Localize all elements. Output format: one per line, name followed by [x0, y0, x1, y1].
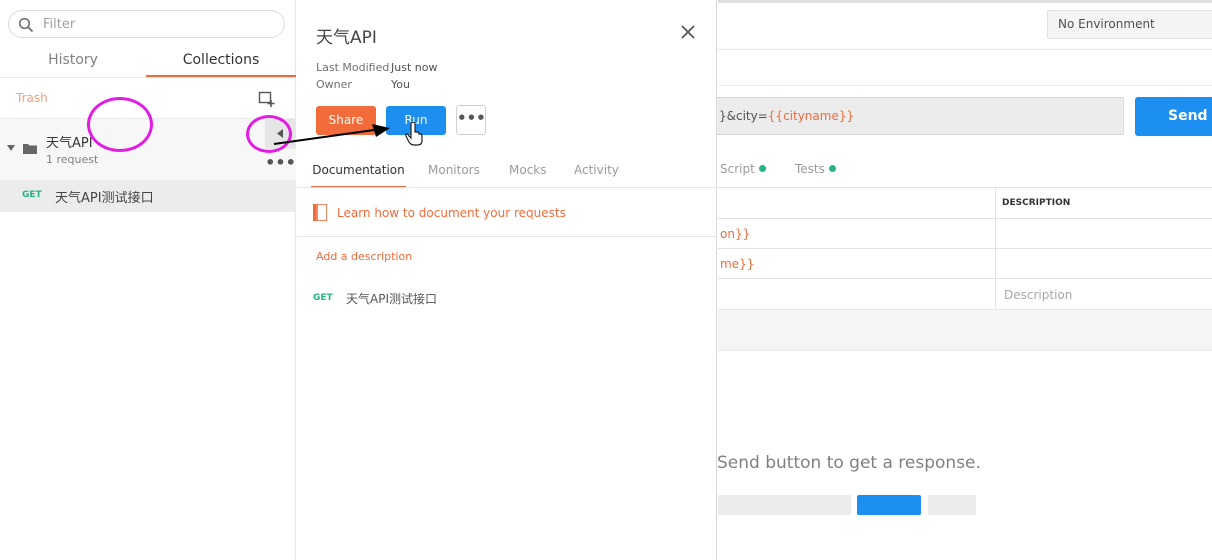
placeholder-block: [928, 495, 976, 515]
description-header: DESCRIPTION: [1002, 198, 1071, 208]
annotation-circle-run: [87, 97, 153, 152]
tabs-divider-bg: [718, 85, 1212, 86]
tests-tab-label: Tests: [795, 162, 825, 176]
folder-icon: [23, 144, 37, 154]
param-value-cell[interactable]: me}}: [720, 257, 754, 271]
tab-history[interactable]: History: [0, 44, 146, 78]
status-dot: [758, 165, 766, 172]
placeholder-block: [718, 495, 851, 515]
placeholder-block: [857, 495, 921, 515]
filter-input[interactable]: [43, 14, 273, 34]
window-top-border: [718, 0, 1212, 3]
tab-activity[interactable]: Activity: [574, 158, 619, 188]
detail-request-name[interactable]: 天气API测试接口: [346, 290, 437, 307]
owner-label: Owner: [316, 78, 352, 91]
environment-select[interactable]: No Environment: [1047, 10, 1212, 39]
url-input[interactable]: }&city={{cityname}}: [716, 97, 1124, 135]
search-icon: [18, 17, 34, 33]
header-divider: [718, 49, 1212, 50]
new-collection-icon[interactable]: [258, 90, 276, 108]
detail-more-button[interactable]: •••: [456, 105, 486, 135]
table-border: [718, 218, 1212, 219]
tabs-divider: [0, 77, 296, 78]
filter-box[interactable]: [8, 10, 285, 38]
caret-down-icon[interactable]: [6, 144, 16, 152]
hand-cursor-icon: [405, 122, 423, 146]
response-header-band: [718, 309, 1212, 351]
learn-docs-link[interactable]: Learn how to document your requests: [337, 206, 566, 220]
learn-divider: [297, 236, 717, 237]
send-button[interactable]: Send: [1135, 97, 1212, 136]
add-description-link[interactable]: Add a description: [316, 250, 412, 263]
tab-documentation[interactable]: Documentation: [311, 158, 406, 188]
url-variable: {{cityname}}: [767, 109, 855, 123]
book-icon: [313, 204, 327, 221]
table-border: [718, 187, 1212, 188]
tab-mocks[interactable]: Mocks: [509, 158, 547, 188]
tab-collections[interactable]: Collections: [146, 44, 296, 78]
url-text: }&city=: [719, 109, 768, 123]
table-column-divider: [995, 188, 996, 308]
tab-pre-request-script[interactable]: Script: [720, 162, 766, 176]
last-modified-label: Last Modified: [316, 61, 390, 74]
last-modified-value: Just now: [391, 61, 438, 74]
response-hint: Send button to get a response.: [717, 453, 981, 473]
status-dot: [828, 165, 836, 172]
detail-tabs-divider: [297, 187, 717, 188]
table-border: [718, 278, 1212, 279]
collection-more-button[interactable]: •••: [265, 151, 296, 179]
param-value-cell[interactable]: on}}: [720, 227, 750, 241]
annotation-arrow: [273, 124, 390, 145]
detail-request-method: GET: [313, 293, 333, 303]
collection-name: 天气API: [46, 136, 93, 151]
tab-tests[interactable]: Tests: [795, 162, 836, 176]
request-method-badge: GET: [22, 190, 42, 200]
table-border: [718, 248, 1212, 249]
collection-title: 天气API: [316, 28, 377, 48]
script-tab-label: Script: [720, 162, 755, 176]
request-name: 天气API测试接口: [55, 191, 154, 206]
trash-link[interactable]: Trash: [16, 91, 48, 105]
collection-count: 1 request: [46, 153, 99, 166]
close-icon[interactable]: [681, 25, 695, 39]
sidebar: History Collections Trash 天气API 1 reques…: [0, 0, 296, 560]
owner-value: You: [391, 78, 410, 91]
tab-monitors[interactable]: Monitors: [428, 158, 480, 188]
collection-detail-panel: 天气API Last Modified Just now Owner You S…: [297, 0, 717, 560]
description-placeholder[interactable]: Description: [1004, 288, 1072, 302]
